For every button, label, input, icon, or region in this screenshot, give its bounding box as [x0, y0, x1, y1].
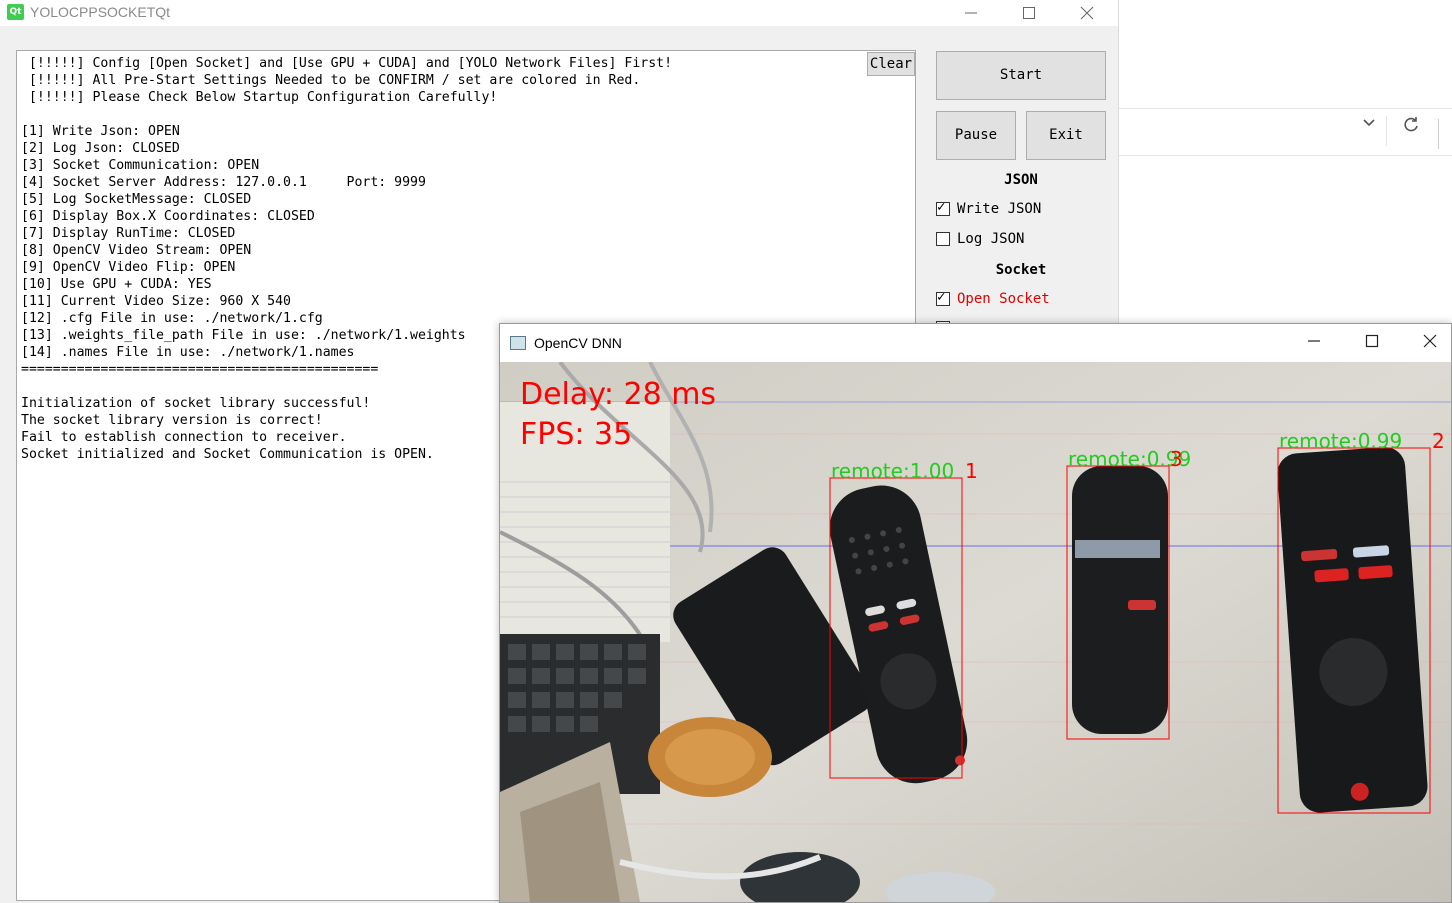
socket-group-title: Socket	[995, 262, 1047, 278]
clear-button[interactable]: Clear	[867, 52, 915, 76]
detection-label-3: remote:0.99	[1279, 429, 1402, 453]
detection-id-3: 2	[1432, 429, 1445, 453]
maximize-button[interactable]	[1006, 0, 1052, 26]
log-json-label: Log JSON	[957, 231, 1025, 247]
video-frame-image: remote:1.00 1 remote:0.99 3 remote:0.99 …	[500, 362, 1451, 902]
opencv-window-title: OpenCV DNN	[534, 335, 622, 351]
background-toolbar	[1118, 108, 1452, 156]
opencv-window-icon	[510, 336, 526, 350]
checkbox-box[interactable]	[936, 289, 950, 306]
chevron-down-icon[interactable]	[1362, 115, 1376, 129]
video-frame: remote:1.00 1 remote:0.99 3 remote:0.99 …	[500, 362, 1451, 902]
opencv-titlebar[interactable]: OpenCV DNN	[500, 324, 1451, 362]
exit-button[interactable]: Exit	[1026, 111, 1106, 160]
open-socket-label: Open Socket	[957, 291, 1050, 307]
toolbar-edge	[1438, 119, 1452, 149]
qt-logo-icon: Qt	[7, 4, 24, 20]
opencv-minimize-button[interactable]	[1294, 330, 1334, 356]
opencv-maximize-button[interactable]	[1352, 330, 1392, 356]
opencv-window: OpenCV DNN remote:1.00 1 remote:0.99 3 r…	[499, 323, 1452, 903]
checkbox-box[interactable]	[936, 199, 950, 216]
write-json-label: Write JSON	[957, 201, 1042, 217]
start-button[interactable]: Start	[936, 51, 1106, 100]
delay-readout: Delay: 28 ms	[520, 377, 716, 412]
close-button[interactable]	[1064, 0, 1110, 26]
titlebar[interactable]: Qt YOLOCPPSOCKETQt	[0, 0, 1118, 26]
opencv-close-button[interactable]	[1410, 330, 1450, 356]
detection-id-1: 1	[965, 459, 978, 483]
json-group-title: JSON	[1004, 172, 1038, 188]
checkbox-box[interactable]	[936, 232, 950, 246]
pause-button[interactable]: Pause	[936, 111, 1016, 160]
fps-readout: FPS: 35	[520, 417, 632, 452]
refresh-icon[interactable]	[1400, 115, 1422, 137]
detection-id-2: 3	[1170, 447, 1183, 471]
detection-label-1: remote:1.00	[831, 459, 954, 483]
window-title: YOLOCPPSOCKETQt	[30, 4, 171, 20]
minimize-button[interactable]	[948, 0, 994, 26]
address-bar[interactable]	[1118, 116, 1387, 146]
